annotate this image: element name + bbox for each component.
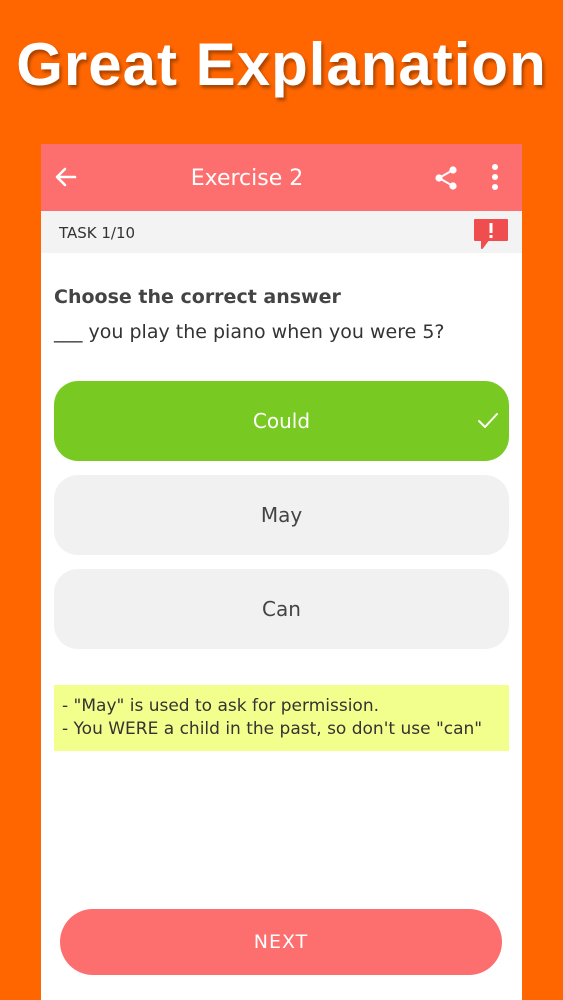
screen-title: Exercise 2: [190, 166, 304, 191]
share-icon[interactable]: [433, 165, 459, 191]
promo-banner-title: Great Explanation: [16, 31, 547, 98]
app-screen: Exercise 2 TASK 1/10 Choose the correct …: [41, 144, 522, 1000]
explanation-box: - "May" is used to ask for permission. -…: [54, 685, 509, 751]
more-vert-icon[interactable]: [485, 163, 505, 191]
answer-option-can[interactable]: Can: [54, 569, 509, 649]
report-exclamation-icon[interactable]: [472, 217, 510, 251]
task-counter: TASK 1/10: [59, 224, 136, 242]
next-button[interactable]: NEXT: [60, 909, 502, 975]
answer-option-label: May: [260, 503, 303, 527]
question-prompt: Choose the correct answer: [54, 286, 341, 308]
answer-option-label: Can: [262, 597, 301, 621]
answer-option-label: Could: [252, 409, 311, 433]
answer-option-could[interactable]: Could: [54, 381, 509, 461]
answer-option-may[interactable]: May: [54, 475, 509, 555]
explanation-line: - "May" is used to ask for permission.: [62, 696, 380, 716]
task-progress-bar: TASK 1/10: [41, 211, 522, 253]
checkmark-icon: [478, 413, 498, 428]
question-sentence: ___ you play the piano when you were 5?: [54, 321, 445, 343]
app-bar: Exercise 2: [41, 144, 522, 211]
explanation-line: - You WERE a child in the past, so don't…: [62, 719, 483, 739]
